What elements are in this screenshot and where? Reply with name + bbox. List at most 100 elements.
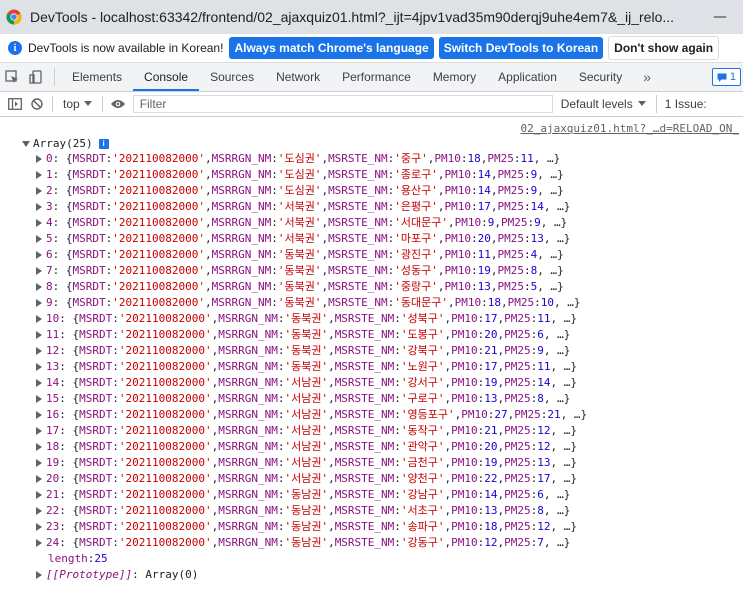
array-item-row[interactable]: 4: {MSRDT: '202110082000', MSRRGN_NM: '서… xyxy=(36,215,587,231)
punctuation: , …} xyxy=(550,424,578,437)
string-value: '도심권' xyxy=(277,168,322,181)
array-item-row[interactable]: 18: {MSRDT: '202110082000', MSRRGN_NM: '… xyxy=(36,439,587,455)
dont-show-again-button[interactable]: Don't show again xyxy=(608,36,720,60)
string-value: '서남권' xyxy=(284,456,329,469)
array-item-row[interactable]: 7: {MSRDT: '202110082000', MSRRGN_NM: '동… xyxy=(36,263,587,279)
object-key: PM25 xyxy=(497,280,525,293)
array-item-row[interactable]: 21: {MSRDT: '202110082000', MSRRGN_NM: '… xyxy=(36,487,587,503)
array-item-row[interactable]: 0: {MSRDT: '202110082000', MSRRGN_NM: '도… xyxy=(36,151,587,167)
filter-input[interactable] xyxy=(132,95,553,113)
punctuation: : xyxy=(394,360,401,373)
punctuation: , …} xyxy=(543,328,571,341)
object-key: PM10 xyxy=(434,152,461,165)
object-key: MSRSTE_NM xyxy=(334,344,395,357)
tab-elements[interactable]: Elements xyxy=(61,63,133,91)
tab-network[interactable]: Network xyxy=(265,63,331,91)
always-match-language-button[interactable]: Always match Chrome's language xyxy=(229,37,434,59)
array-item-row[interactable]: 13: {MSRDT: '202110082000', MSRRGN_NM: '… xyxy=(36,359,587,375)
string-value: '202110082000' xyxy=(112,200,205,213)
prototype-value: : Array(0) xyxy=(132,568,199,581)
punctuation: : xyxy=(271,296,278,309)
punctuation: : xyxy=(112,344,119,357)
array-index: 16 xyxy=(46,408,60,421)
string-value: '강서구' xyxy=(400,376,445,389)
issues-button[interactable]: 1 Issue: xyxy=(655,95,707,113)
object-key: MSRSTE_NM xyxy=(328,280,388,293)
punctuation: : xyxy=(271,264,278,277)
array-header[interactable]: Array(25) i xyxy=(22,137,109,150)
switch-to-korean-button[interactable]: Switch DevTools to Korean xyxy=(438,37,604,59)
tab-application[interactable]: Application xyxy=(487,63,568,91)
array-item-row[interactable]: 1: {MSRDT: '202110082000', MSRRGN_NM: '도… xyxy=(36,167,587,183)
more-tabs-button[interactable]: » xyxy=(633,63,661,91)
array-item-row[interactable]: 20: {MSRDT: '202110082000', MSRRGN_NM: '… xyxy=(36,471,587,487)
number-value: 12 xyxy=(537,440,551,453)
punctuation: , xyxy=(328,472,335,485)
tab-performance[interactable]: Performance xyxy=(331,63,422,91)
array-item-row[interactable]: 24: {MSRDT: '202110082000', MSRRGN_NM: '… xyxy=(36,535,587,551)
string-value: '동북권' xyxy=(277,264,322,277)
inspect-element-icon[interactable] xyxy=(0,63,24,91)
message-icon xyxy=(717,73,727,82)
object-key: MSRRGN_NM xyxy=(211,232,272,245)
object-key: MSRRGN_NM xyxy=(218,360,278,373)
punctuation: , xyxy=(444,472,452,485)
object-key: MSRDT xyxy=(79,440,113,453)
number-value: 11 xyxy=(520,152,534,165)
array-item-row[interactable]: 17: {MSRDT: '202110082000', MSRRGN_NM: '… xyxy=(36,423,587,439)
array-item-row[interactable]: 3: {MSRDT: '202110082000', MSRRGN_NM: '서… xyxy=(36,199,587,215)
array-item-row[interactable]: 2: {MSRDT: '202110082000', MSRRGN_NM: '도… xyxy=(36,183,587,199)
object-key: MSRDT xyxy=(72,168,106,181)
object-key: MSRDT xyxy=(72,184,106,197)
string-value: '서남권' xyxy=(284,392,329,405)
punctuation: , xyxy=(444,360,452,373)
object-key: PM10 xyxy=(454,296,482,309)
punctuation: : xyxy=(471,264,478,277)
device-toolbar-icon[interactable] xyxy=(24,63,48,91)
punctuation: , xyxy=(204,296,212,309)
log-levels-dropdown[interactable]: Default levels xyxy=(561,97,646,111)
source-link[interactable]: 02_ajaxquiz01.html?_…d=RELOAD_ON_ xyxy=(520,122,739,135)
expand-triangle-icon xyxy=(36,379,42,387)
clear-console-icon[interactable] xyxy=(26,93,48,115)
messages-badge[interactable]: 1 xyxy=(711,63,743,91)
array-item-row[interactable]: 12: {MSRDT: '202110082000', MSRRGN_NM: '… xyxy=(36,343,587,359)
log-levels-label: Default levels xyxy=(560,97,633,111)
tab-security[interactable]: Security xyxy=(568,63,633,91)
array-item-row[interactable]: 8: {MSRDT: '202110082000', MSRRGN_NM: '동… xyxy=(36,279,587,295)
array-item-row[interactable]: 19: {MSRDT: '202110082000', MSRRGN_NM: '… xyxy=(36,455,587,471)
array-item-row[interactable]: 16: {MSRDT: '202110082000', MSRRGN_NM: '… xyxy=(36,407,587,423)
context-selector[interactable]: top xyxy=(57,97,98,111)
punctuation: , xyxy=(321,152,329,165)
punctuation: , xyxy=(321,200,329,213)
expand-triangle-icon xyxy=(36,299,42,307)
array-item-row[interactable]: 15: {MSRDT: '202110082000', MSRRGN_NM: '… xyxy=(36,391,587,407)
number-value: 8 xyxy=(537,504,544,517)
array-item-row[interactable]: 10: {MSRDT: '202110082000', MSRRGN_NM: '… xyxy=(36,311,587,327)
punctuation: , xyxy=(211,504,219,517)
array-item-row[interactable]: 5: {MSRDT: '202110082000', MSRRGN_NM: '서… xyxy=(36,231,587,247)
expand-triangle-icon xyxy=(36,283,42,291)
array-item-row[interactable]: 9: {MSRDT: '202110082000', MSRRGN_NM: '동… xyxy=(36,295,587,311)
minimize-button[interactable]: — xyxy=(697,9,743,25)
punctuation: : xyxy=(277,488,285,501)
array-item-row[interactable]: 11: {MSRDT: '202110082000', MSRRGN_NM: '… xyxy=(36,327,587,343)
array-item-row[interactable]: 6: {MSRDT: '202110082000', MSRRGN_NM: '동… xyxy=(36,247,587,263)
array-item-row[interactable]: 14: {MSRDT: '202110082000', MSRRGN_NM: '… xyxy=(36,375,587,391)
tab-memory[interactable]: Memory xyxy=(422,63,487,91)
array-item-row[interactable]: 22: {MSRDT: '202110082000', MSRRGN_NM: '… xyxy=(36,503,587,519)
punctuation: : xyxy=(387,200,395,213)
tab-console[interactable]: Console xyxy=(133,63,200,91)
array-item-row[interactable]: 23: {MSRDT: '202110082000', MSRRGN_NM: '… xyxy=(36,519,587,535)
object-key: PM10 xyxy=(451,424,478,437)
punctuation: : xyxy=(477,456,485,469)
punctuation: : { xyxy=(59,376,80,389)
prototype-row[interactable]: [[Prototype]]: Array(0) xyxy=(36,567,587,583)
console-sidebar-icon[interactable] xyxy=(4,93,26,115)
live-expression-icon[interactable] xyxy=(107,93,129,115)
punctuation: , xyxy=(211,472,219,485)
tab-sources[interactable]: Sources xyxy=(199,63,265,91)
punctuation: : xyxy=(112,472,119,485)
number-value: 5 xyxy=(530,280,538,293)
string-value: '동대문구' xyxy=(394,296,449,309)
